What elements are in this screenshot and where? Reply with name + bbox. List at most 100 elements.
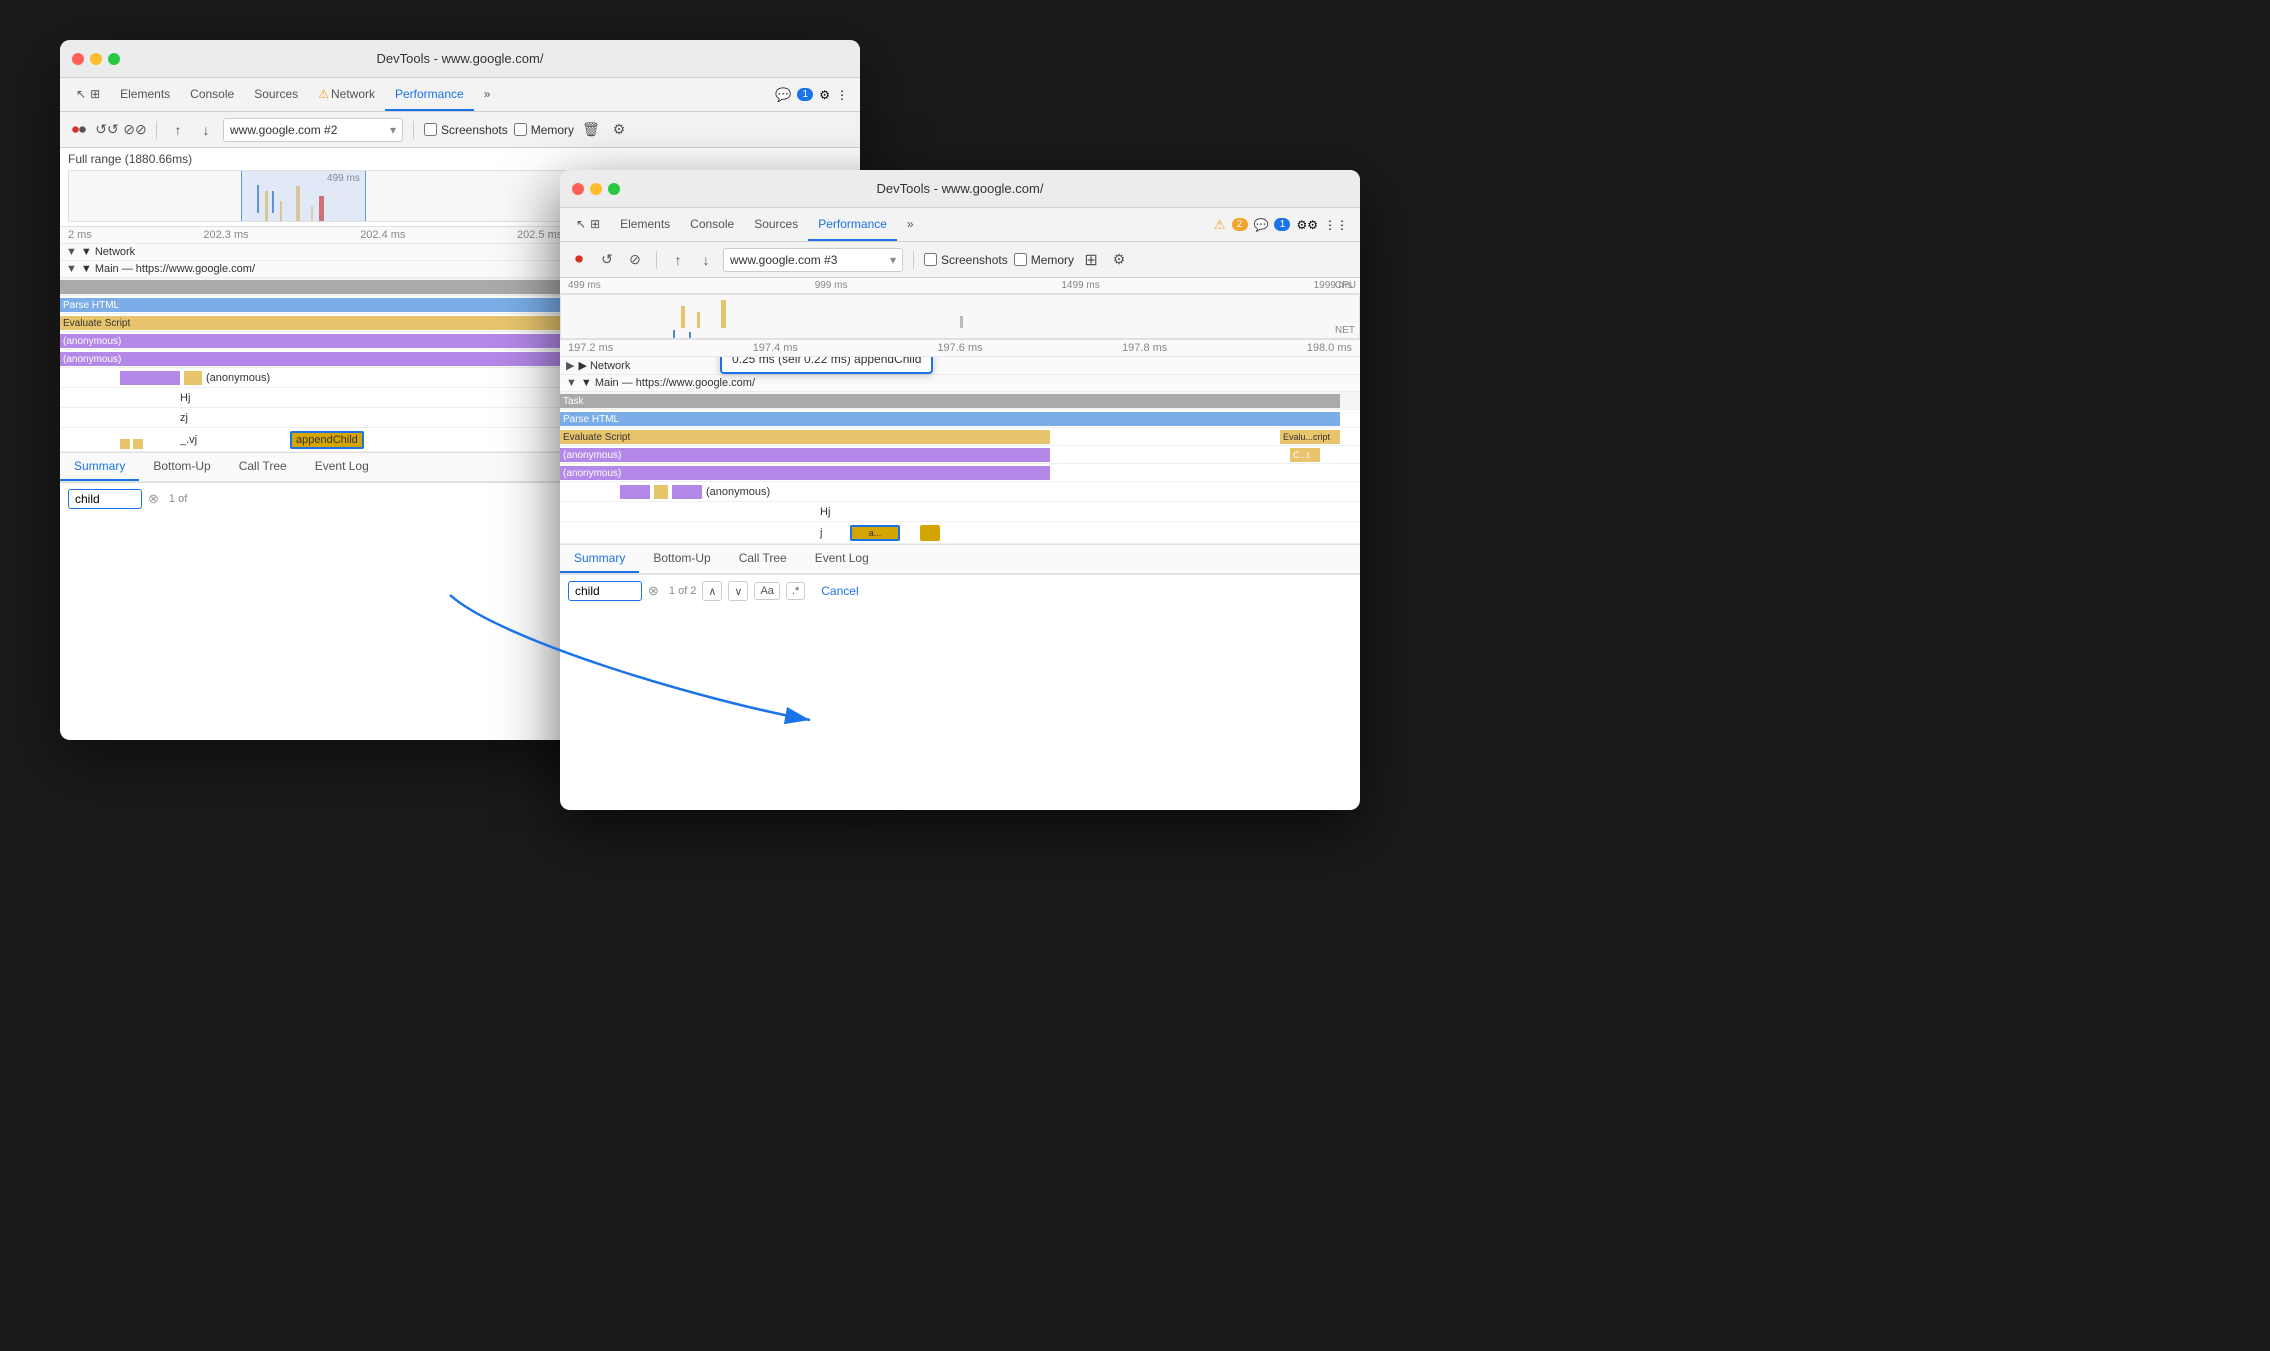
close-button-2[interactable] [572,183,584,195]
parse-bar-1[interactable]: Parse HTML [60,298,620,312]
cancel-button-2[interactable]: Cancel [811,581,868,601]
tab-more-2[interactable]: » [897,208,924,241]
tab-bottomup-2[interactable]: Bottom-Up [639,545,724,573]
tab-more-1[interactable]: » [474,78,501,111]
eval-bar-1[interactable]: Evaluate Script [60,316,620,330]
net-bar-1 [673,330,675,338]
task-bar-1[interactable] [60,280,620,294]
upload-icon-2[interactable]: ↑ [667,249,689,271]
flame-chart-2: ▶ ▶ Network ▼ ▼ Main — https://www.googl… [560,357,1360,544]
more-icon-2[interactable]: ⋮ [1324,218,1348,232]
gold-bar-2 [920,525,940,541]
search-input-wrap-1[interactable] [68,489,142,509]
upload-icon-1[interactable]: ↑ [167,119,189,141]
tab-console-1[interactable]: Console [180,78,244,111]
tab-elements-1[interactable]: Elements [110,78,180,111]
settings-icon-1[interactable] [819,88,830,102]
device-icon: ⊞ [90,87,100,101]
small-bar-2[interactable] [184,371,202,385]
screenshots-checkbox-2[interactable]: Screenshots [924,253,1008,267]
settings-icon-2[interactable]: ⚙ [1296,218,1318,232]
cpu-bar-2 [697,312,700,328]
tab-performance-1[interactable]: Performance [385,78,474,111]
memory-checkbox-1[interactable]: Memory [514,123,574,137]
timeline-area-2: 499 ms 999 ms 1499 ms 1999 ms CPU NET [560,278,1360,340]
maximize-button-1[interactable] [108,53,120,65]
anon2-bar-2[interactable]: (anonymous) [560,466,1050,480]
eval-bar-2[interactable]: Evaluate Script [560,430,1050,444]
tab-calltree-1[interactable]: Call Tree [225,453,301,481]
more-icon-1[interactable] [836,88,848,102]
traffic-lights-1 [72,53,120,65]
window-title-2: DevTools - www.google.com/ [877,181,1044,196]
appendchild-box-1[interactable]: appendChild [290,431,364,449]
disk-icon-2[interactable]: ⊞ [1080,249,1102,271]
eval-bar-right-2[interactable]: Evalu...cript [1280,430,1340,444]
tab-inspect-1[interactable]: ↖ ⊞ [66,78,110,111]
capture-settings-icon-2[interactable]: ⚙ [1108,249,1130,271]
time-mark-499-2: 499 ms [568,280,601,291]
download-icon-1[interactable]: ↓ [195,119,217,141]
tab-sources-2[interactable]: Sources [744,208,808,241]
chart-bar-blue-2 [272,191,274,213]
reload-button-2[interactable]: ↺ [596,249,618,271]
tab-bottomup-1[interactable]: Bottom-Up [139,453,224,481]
small-bar-1[interactable] [120,371,180,385]
ruler-mark-0-2: 197.2 ms [568,342,613,354]
anon1-bar-right-2[interactable]: C...t [1290,448,1320,462]
small-yellow-2 [133,439,143,449]
search-next-btn-2[interactable]: ∨ [728,581,748,601]
tab-inspect-2[interactable]: ↖ ⊞ [566,208,610,241]
url-dropdown-icon[interactable]: ▾ [390,123,396,137]
ruler-mark-0: 2 ms [68,229,92,241]
search-input-wrap-2[interactable] [568,581,642,601]
main-section-2[interactable]: ▼ ▼ Main — https://www.google.com/ [560,375,1360,392]
regex-button-2[interactable]: .* [786,582,805,600]
tab-summary-1[interactable]: Summary [60,453,139,481]
anon1-bar-2[interactable]: (anonymous) [560,448,1050,462]
search-clear-icon-2[interactable]: ⊗ [648,583,659,599]
record-button-1[interactable]: ⏺ [68,119,90,141]
url-dropdown-icon-2[interactable]: ▾ [890,253,896,267]
clear-button-2[interactable]: ⊘ [624,249,646,271]
flame-row-parse-2: Parse HTML [560,410,1360,428]
tab-summary-2[interactable]: Summary [560,545,639,573]
msg-icon-2: 💬 [1254,218,1269,232]
memory-checkbox-2[interactable]: Memory [1014,253,1074,267]
anon3-label-2: (anonymous) [706,486,770,498]
search-input-2[interactable] [575,584,635,598]
anon2-bar-1[interactable]: (anonymous) [60,352,620,366]
clear-button-1[interactable]: ⊘ [124,119,146,141]
tab-calltree-2[interactable]: Call Tree [725,545,801,573]
url-bar-2[interactable]: www.google.com #3 ▾ [723,248,903,272]
tab-console-2[interactable]: Console [680,208,744,241]
trash-icon-1[interactable]: 🗑 [580,119,602,141]
search-prev-btn-2[interactable]: ∧ [702,581,722,601]
search-input-1[interactable] [75,492,135,506]
tab-performance-2[interactable]: Performance [808,208,897,241]
appendchild-highlight-2[interactable]: a... [850,525,900,541]
tab-eventlog-1[interactable]: Event Log [301,453,383,481]
minimize-button-1[interactable] [90,53,102,65]
network-section-2[interactable]: ▶ ▶ Network [560,357,1360,375]
screenshots-checkbox-1[interactable]: Screenshots [424,123,508,137]
minimize-button-2[interactable] [590,183,602,195]
msg-badge-2: 1 [1274,218,1290,231]
anon1-bar-1[interactable]: (anonymous) [60,334,620,348]
tab-network-1[interactable]: ⚠ Network [308,78,385,111]
reload-button-1[interactable]: ↺ [96,119,118,141]
toolbar-2: ⏺ ↺ ⊘ ↑ ↓ www.google.com #3 ▾ Screenshot… [560,242,1360,278]
search-clear-icon-1[interactable]: ⊗ [148,491,159,507]
tab-sources-1[interactable]: Sources [244,78,308,111]
tab-eventlog-2[interactable]: Event Log [801,545,883,573]
record-button-2[interactable]: ⏺ [568,249,590,271]
url-bar-1[interactable]: www.google.com #2 ▾ [223,118,403,142]
task-bar-2[interactable]: Task [560,394,1340,408]
download-icon-2[interactable]: ↓ [695,249,717,271]
tab-elements-2[interactable]: Elements [610,208,680,241]
maximize-button-2[interactable] [608,183,620,195]
close-button-1[interactable] [72,53,84,65]
capture-settings-icon-1[interactable]: ⚙ [608,119,630,141]
aa-button-2[interactable]: Aa [754,582,779,600]
parse-bar-2[interactable]: Parse HTML [560,412,1340,426]
